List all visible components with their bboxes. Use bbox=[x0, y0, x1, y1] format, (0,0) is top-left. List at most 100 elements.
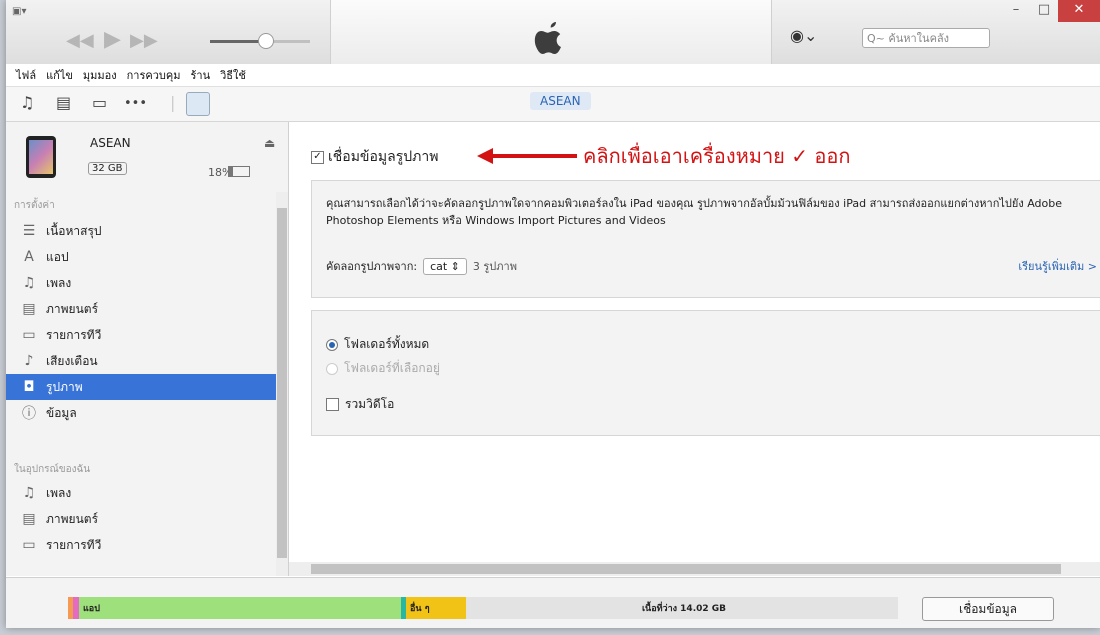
divider: | bbox=[170, 93, 176, 112]
info-box: คุณสามารถเลือกได้ว่าจะคัดลอกรูปภาพใดจากค… bbox=[311, 180, 1100, 298]
option-selected-folders: โฟลเดอร์ที่เลือกอยู่ bbox=[326, 359, 440, 378]
play-icon[interactable]: ▶ bbox=[104, 27, 121, 52]
include-videos-row[interactable]: รวมวิดีโอ bbox=[326, 395, 394, 414]
rewind-icon[interactable]: ◀◀ bbox=[66, 30, 94, 51]
sidebar-item-label: รูปภาพ bbox=[46, 379, 83, 394]
sidebar-item-device-movies[interactable]: ▤ ภาพยนตร์ bbox=[6, 506, 276, 532]
copy-from-row: คัดลอกรูปภาพจาก: cat ⇕ 3 รูปภาพ bbox=[326, 257, 517, 275]
horizontal-scrollbar[interactable] bbox=[289, 562, 1100, 576]
device-button[interactable]: ASEAN bbox=[530, 92, 591, 110]
camera-icon: ◘ bbox=[23, 379, 35, 395]
radio-selected-folders bbox=[326, 362, 338, 375]
volume-fill bbox=[210, 40, 265, 43]
storage-bar-area: แอป อื่น ๆ เนื้อที่ว่าง 14.02 GB เชื่อมข… bbox=[6, 577, 1100, 628]
status-display bbox=[330, 0, 772, 64]
radio-all-folders[interactable] bbox=[326, 338, 338, 351]
free-label: เนื้อที่ว่าง 14.02 GB bbox=[641, 604, 727, 614]
description: คุณสามารถเลือกได้ว่าจะคัดลอกรูปภาพใดจากค… bbox=[326, 197, 1063, 227]
sync-photos-label: เชื่อมข้อมูลรูปภาพ bbox=[328, 149, 439, 165]
sidebar-item-info[interactable]: ⓘ ข้อมูล bbox=[6, 400, 276, 426]
photo-count: 3 รูปภาพ bbox=[472, 260, 517, 273]
capacity-segment-other: อื่น ๆ bbox=[406, 597, 466, 619]
minimize-icon[interactable]: – bbox=[1002, 0, 1030, 22]
sidebar-item-device-music[interactable]: ♫ เพลง bbox=[6, 480, 276, 506]
more-icon[interactable]: ••• bbox=[124, 96, 147, 111]
sidebar-item-movies[interactable]: ▤ ภาพยนตร์ bbox=[6, 296, 276, 322]
sidebar-item-label: ภาพยนตร์ bbox=[46, 301, 99, 316]
menu-file[interactable]: ไฟล์ bbox=[16, 66, 36, 84]
other-label: อื่น ๆ bbox=[410, 604, 430, 614]
volume-knob[interactable] bbox=[258, 33, 274, 49]
sidebar-item-apps[interactable]: A แอป bbox=[6, 244, 276, 270]
sidebar-item-label: ภาพยนตร์ bbox=[46, 511, 99, 526]
sync-button[interactable]: เชื่อมข้อมูล bbox=[922, 597, 1054, 621]
film-icon: ▤ bbox=[22, 301, 36, 317]
ipad-device-icon[interactable] bbox=[186, 92, 210, 116]
account-icon[interactable]: ◉⌄ bbox=[790, 26, 817, 45]
sidebar-item-label: รายการทีวี bbox=[46, 537, 102, 552]
sidebar-item-label: เนื้อหาสรุป bbox=[46, 223, 102, 238]
device-section-header: ในอุปกรณ์ของฉัน bbox=[14, 464, 91, 475]
copy-from-select[interactable]: cat ⇕ bbox=[423, 257, 467, 275]
system-menu-icon[interactable]: ▣▾ bbox=[12, 6, 26, 17]
annotation-callout: คลิกเพื่อเอาเครื่องหมาย ✓ ออก bbox=[477, 140, 851, 172]
menu-controls[interactable]: การควบคุม bbox=[127, 66, 181, 84]
source-bar: ♫ ▤ ▭ ••• | ASEAN bbox=[6, 87, 1100, 122]
menu-help[interactable]: วิธีใช้ bbox=[220, 66, 246, 84]
sidebar-item-tv[interactable]: ▭ รายการทีวี bbox=[6, 322, 276, 348]
option-label: รวมวิดีโอ bbox=[345, 397, 395, 411]
option-all-folders[interactable]: โฟลเดอร์ทั้งหมด bbox=[326, 335, 429, 354]
toolbar: ▣▾ ◀◀ ▶ ▶▶ ◉⌄ Q~ ค้นหาในคลัง – □ ✕ bbox=[6, 0, 1100, 65]
sidebar-item-label: แอป bbox=[46, 249, 69, 264]
search-input[interactable]: Q~ ค้นหาในคลัง bbox=[862, 28, 990, 48]
music-icon: ♫ bbox=[22, 275, 36, 291]
photos-pane: ✓ เชื่อมข้อมูลรูปภาพ คลิกเพื่อเอาเครื่อง… bbox=[289, 122, 1100, 576]
apps-icon: A bbox=[24, 249, 34, 265]
menu-edit[interactable]: แก้ไข bbox=[46, 66, 73, 84]
tv-icon[interactable]: ▭ bbox=[92, 93, 107, 112]
bell-icon: ♪ bbox=[24, 353, 34, 369]
volume-slider[interactable] bbox=[210, 33, 310, 49]
itunes-window: ▣▾ ◀◀ ▶ ▶▶ ◉⌄ Q~ ค้นหาในคลัง – □ ✕ ไฟล์ … bbox=[6, 0, 1100, 628]
summary-icon: ☰ bbox=[22, 223, 36, 239]
sidebar-item-label: เพลง bbox=[46, 485, 72, 500]
include-videos-checkbox[interactable] bbox=[326, 398, 339, 411]
tv-icon: ▭ bbox=[22, 327, 36, 343]
close-icon[interactable]: ✕ bbox=[1058, 0, 1100, 22]
sidebar-scrollbar[interactable] bbox=[276, 192, 288, 576]
device-name: ASEAN bbox=[90, 136, 131, 150]
sidebar-item-tones[interactable]: ♪ เสียงเตือน bbox=[6, 348, 276, 374]
device-header: ASEAN 32 GB 18% ⏏ bbox=[6, 122, 288, 192]
copy-from-label: คัดลอกรูปภาพจาก: bbox=[326, 260, 418, 273]
eject-icon[interactable]: ⏏ bbox=[264, 136, 275, 150]
ipad-image bbox=[26, 136, 56, 178]
apps-label: แอป bbox=[83, 604, 100, 614]
menu-view[interactable]: มุมมอง bbox=[83, 66, 117, 84]
film-icon: ▤ bbox=[22, 511, 36, 527]
option-label: โฟลเดอร์ที่เลือกอยู่ bbox=[344, 361, 440, 375]
sidebar-item-summary[interactable]: ☰ เนื้อหาสรุป bbox=[6, 218, 276, 244]
film-icon[interactable]: ▤ bbox=[56, 93, 71, 112]
sync-photos-checkbox[interactable]: ✓ bbox=[311, 150, 324, 164]
sidebar-item-label: ข้อมูล bbox=[46, 405, 77, 420]
option-label: โฟลเดอร์ทั้งหมด bbox=[344, 337, 430, 351]
fast-forward-icon[interactable]: ▶▶ bbox=[130, 30, 158, 51]
music-icon: ♫ bbox=[22, 485, 36, 501]
apple-logo-icon bbox=[534, 22, 561, 54]
menu-store[interactable]: ร้าน bbox=[190, 66, 210, 84]
capacity-segment-apps: แอป bbox=[79, 597, 401, 619]
sidebar-item-music[interactable]: ♫ เพลง bbox=[6, 270, 276, 296]
sync-photos-row[interactable]: ✓ เชื่อมข้อมูลรูปภาพ bbox=[311, 146, 438, 168]
info-icon: ⓘ bbox=[22, 406, 36, 422]
sidebar-item-photos[interactable]: ◘ รูปภาพ bbox=[6, 374, 276, 400]
sidebar-item-device-tv[interactable]: ▭ รายการทีวี bbox=[6, 532, 276, 558]
copy-from-value: cat bbox=[430, 259, 448, 273]
learn-more-link[interactable]: เรียนรู้เพิ่มเติม > bbox=[1018, 257, 1097, 275]
capacity-bar: แอป อื่น ๆ เนื้อที่ว่าง 14.02 GB bbox=[68, 597, 898, 619]
options-box: โฟลเดอร์ทั้งหมด โฟลเดอร์ที่เลือกอยู่ รวม… bbox=[311, 310, 1100, 436]
music-icon[interactable]: ♫ bbox=[20, 93, 34, 112]
battery-icon bbox=[228, 166, 250, 177]
capacity-segment-free: เนื้อที่ว่าง 14.02 GB bbox=[466, 597, 898, 619]
maximize-icon[interactable]: □ bbox=[1030, 0, 1058, 22]
arrow-icon bbox=[477, 148, 577, 164]
